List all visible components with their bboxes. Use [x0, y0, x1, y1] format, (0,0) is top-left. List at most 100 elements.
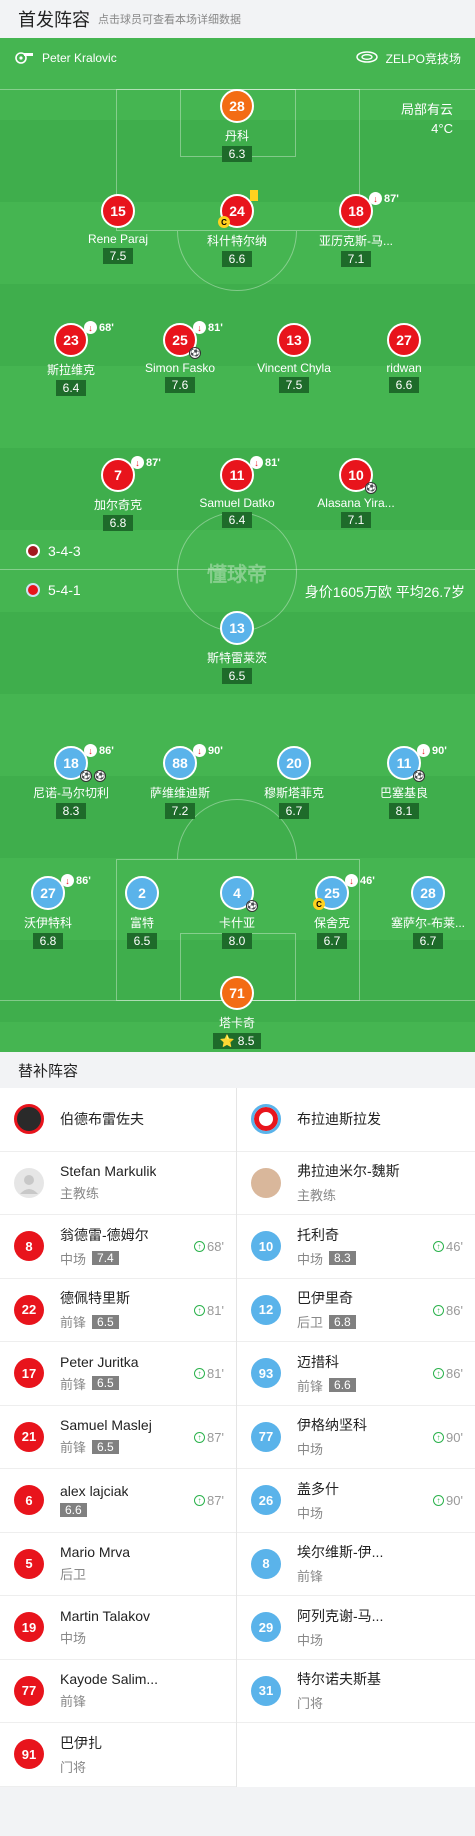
player-marker-a4[interactable]: 20 穆斯塔菲克 6.7: [239, 746, 349, 819]
player-marker-h3[interactable]: 24 C 科什特尔纳 6.6: [182, 190, 292, 267]
sub-player-rating: 8.3: [329, 1251, 356, 1266]
player-marker-a9[interactable]: 25 ↓ 46' C 保舍克 6.7: [277, 874, 387, 949]
player-marker-a5[interactable]: 11 ↓ 90' ⚽ 巴塞基良 8.1: [349, 744, 459, 819]
sub-player-row[interactable]: 29 阿列克谢-马... 中场: [237, 1596, 475, 1660]
sub-player-row[interactable]: 26 盖多什 中场 ↑ 90': [237, 1469, 475, 1533]
sub-player-row[interactable]: 77 Kayode Salim... 前锋: [0, 1660, 236, 1723]
away-sub-list: 10 托利奇 中场 8.3 ↑ 46' 12 巴伊里奇 后卫 6.8 ↑ 86' 93 迈措科 前锋 6.6 ↑…: [237, 1215, 475, 1723]
sub-player-meta: 后卫: [60, 1564, 130, 1583]
player-marker-h8[interactable]: 27 ridwan 6.6: [349, 323, 459, 393]
sub-in-minute: 86': [446, 1366, 463, 1381]
sub-player-row[interactable]: 21 Samuel Maslej 前锋 6.5 ↑ 87': [0, 1406, 236, 1469]
sub-player-meta: 中场: [60, 1628, 150, 1647]
away-team-row[interactable]: 布拉迪斯拉发: [237, 1088, 475, 1152]
player-name: Rene Paraj: [87, 232, 149, 246]
substitution-indicator: ↓ 86': [84, 744, 114, 757]
player-marker-h7[interactable]: 13 Vincent Chyla 7.5: [239, 323, 349, 393]
sub-player-row[interactable]: 93 迈措科 前锋 6.6 ↑ 86': [237, 1342, 475, 1406]
sub-player-position: 前锋: [60, 1315, 87, 1331]
stadium-info: ZELPO竞技场: [355, 50, 461, 67]
sub-player-row[interactable]: 12 巴伊里奇 后卫 6.8 ↑ 86': [237, 1279, 475, 1342]
player-marker-h1[interactable]: 28 丹科 6.3: [182, 89, 292, 162]
away-team-logo: [251, 1104, 281, 1135]
sub-out-icon: ↓: [131, 456, 144, 469]
player-name: 斯特雷莱茨: [206, 651, 267, 665]
sub-player-row[interactable]: 17 Peter Juritka 前锋 6.5 ↑ 81': [0, 1342, 236, 1406]
player-name: 加尔奇克: [93, 498, 142, 512]
player-number-wrap: 23 ↓ 68': [54, 321, 114, 357]
sub-player-number: 31: [251, 1675, 281, 1706]
sub-in-minute: 68': [207, 1239, 224, 1254]
sub-player-row[interactable]: 10 托利奇 中场 8.3 ↑ 46': [237, 1215, 475, 1279]
sub-player-rating: 6.5: [92, 1314, 119, 1329]
sub-player-row[interactable]: 8 埃尔维斯-伊... 前锋: [237, 1533, 475, 1596]
player-marker-h2[interactable]: 15 Rene Paraj 7.5: [63, 194, 173, 264]
sub-player-meta: 前锋 6.5: [60, 1374, 139, 1393]
sub-out-icon: ↓: [345, 874, 358, 887]
player-marker-a11[interactable]: 71 塔卡奇 ⭐ 8.5: [182, 976, 292, 1049]
sub-in-icon: ↑: [433, 1304, 445, 1316]
player-rating: 7.1: [340, 251, 372, 267]
player-marker-h10[interactable]: 11 ↓ 81' Samuel Datko 6.4: [182, 456, 292, 528]
player-marker-a7[interactable]: 2 富特 6.5: [87, 876, 197, 949]
sub-player-row[interactable]: 19 Martin Talakov 中场: [0, 1596, 236, 1660]
player-number-wrap: 27 ↓ 86': [31, 874, 91, 910]
player-name: 亚历克斯-马...: [319, 234, 393, 248]
sub-player-name: 埃尔维斯-伊...: [297, 1544, 384, 1561]
sub-in-icon: ↑: [194, 1241, 206, 1252]
sub-player-row[interactable]: 22 德佩特里斯 前锋 6.5 ↑ 81': [0, 1279, 236, 1342]
sub-player-row[interactable]: 31 特尔诺夫斯基 门将: [237, 1660, 475, 1723]
sub-player-row[interactable]: 6 alex lajciak 6.6 ↑ 87': [0, 1469, 236, 1533]
player-marker-a2[interactable]: 18 ↓ 86' ⚽ ⚽ 尼诺-马尔切利 8.3: [16, 744, 126, 819]
player-marker-a10[interactable]: 28 塞萨尔-布莱... 6.7: [373, 876, 475, 949]
player-rating: 8.3: [55, 803, 87, 819]
sub-in-minute: 87': [207, 1429, 224, 1445]
sub-player-meta: 中场 7.4: [60, 1249, 149, 1268]
sub-in-minute: 90': [446, 1429, 463, 1445]
sub-player-number: 77: [251, 1421, 281, 1452]
player-number: 11: [229, 467, 245, 483]
sub-in-time: ↑ 90': [433, 1430, 463, 1445]
sub-player-row[interactable]: 8 翁德雷-德姆尔 中场 7.4 ↑ 68': [0, 1215, 236, 1279]
player-rating-best: ⭐ 8.5: [212, 1033, 262, 1049]
player-name: Vincent Chyla: [257, 361, 331, 375]
player-number-wrap: 18 ↓ 87': [339, 192, 399, 228]
home-team-row[interactable]: 伯德布雷佐夫: [0, 1088, 236, 1152]
sub-out-icon: ↓: [84, 321, 97, 334]
sub-player-meta: 中场 8.3: [297, 1249, 356, 1268]
player-number: 25: [324, 885, 340, 901]
player-marker-h5[interactable]: 23 ↓ 68' 斯拉维克 6.4: [16, 321, 126, 396]
sub-player-row[interactable]: 91 巴伊扎 门将: [0, 1723, 236, 1787]
sub-in-time: ↑ 81': [194, 1366, 224, 1381]
player-marker-a8[interactable]: 4 ⚽ 卡什亚 8.0: [182, 876, 292, 949]
sub-player-position: 前锋: [60, 1440, 87, 1456]
player-marker-h4[interactable]: 18 ↓ 87' 亚历克斯-马... 7.1: [301, 192, 411, 267]
substitution-indicator: ↓ 87': [131, 456, 161, 469]
player-name: 斯拉维克: [46, 363, 95, 377]
player-marker-h11[interactable]: 10 ⚽ Alasana Yira... 7.1: [301, 458, 411, 528]
sub-in-icon: ↑: [433, 1431, 445, 1443]
weather-info: 局部有云 4°C: [401, 100, 453, 138]
player-number: 18: [63, 755, 79, 771]
sub-player-name: 盖多什: [297, 1480, 339, 1497]
weather-text: 局部有云: [400, 102, 453, 117]
sub-player-row[interactable]: 77 伊格纳坚科 中场 ↑ 90': [237, 1406, 475, 1469]
player-marker-a3[interactable]: 88 ↓ 90' 萨维维迪斯 7.2: [125, 744, 235, 819]
player-marker-h9[interactable]: 7 ↓ 87' 加尔奇克 6.8: [63, 456, 173, 531]
temperature-text: 4°C: [431, 121, 453, 136]
page-title: 首发阵容: [18, 10, 90, 30]
referee-info: Peter Kralovic: [14, 50, 117, 67]
player-rating: 6.8: [102, 515, 134, 531]
away-coach-row[interactable]: 弗拉迪米尔-魏斯 主教练: [237, 1152, 475, 1215]
away-team-icon: [26, 583, 40, 597]
home-coach-row[interactable]: Stefan Markulik 主教练: [0, 1152, 236, 1215]
sub-player-row[interactable]: 5 Mario Mrva 后卫: [0, 1533, 236, 1596]
sub-in-icon: ↑: [194, 1304, 206, 1316]
coach-avatar-icon: [14, 1167, 44, 1198]
home-team-name: 伯德布雷佐夫: [60, 1111, 144, 1128]
sub-player-number: 91: [14, 1739, 44, 1770]
player-marker-a1[interactable]: 13 斯特雷莱茨 6.5: [182, 611, 292, 684]
player-number: 20: [277, 746, 311, 780]
sub-player-name: Peter Juritka: [60, 1353, 139, 1370]
player-marker-h6[interactable]: 25 ↓ 81' ⚽ Simon Fasko 7.6: [125, 321, 235, 393]
